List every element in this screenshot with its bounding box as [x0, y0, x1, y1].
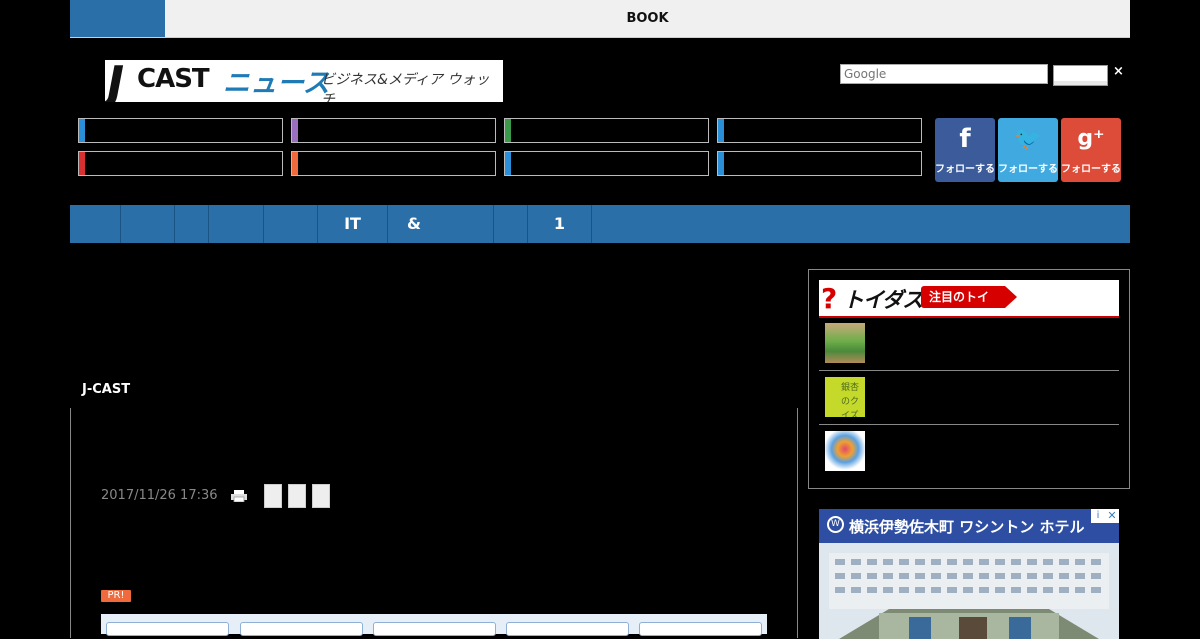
logo-news: ニュース: [223, 68, 330, 99]
toidas-banner[interactable]: ? トイダス 注目のトイ: [819, 280, 1119, 318]
category-box[interactable]: [291, 151, 496, 176]
hotel-ad[interactable]: W 横浜伊勢佐木町 ワシントン ホテル i ✕: [819, 509, 1119, 639]
logo-cast: CAST: [137, 64, 210, 94]
share-button[interactable]: [288, 484, 306, 508]
hotel-building-image: [819, 543, 1119, 639]
thumbnail-caption: 銀杏のクイズ: [841, 383, 860, 417]
print-icon[interactable]: [231, 490, 247, 502]
close-icon[interactable]: ×: [1113, 64, 1124, 79]
category-box[interactable]: [78, 151, 283, 176]
share-button[interactable]: [312, 484, 330, 508]
category-stripe: [79, 119, 85, 142]
nav-item-1[interactable]: 1: [528, 205, 592, 243]
category-box[interactable]: [504, 151, 709, 176]
top-bar: BOOK: [70, 0, 1130, 38]
ad-choices-icon[interactable]: i: [1091, 509, 1105, 523]
twitter-icon: 🐦: [1014, 127, 1042, 152]
logo-tagline: ビジネス&メディア ウォッチ: [321, 72, 490, 102]
hotel-logo-icon: W: [827, 516, 844, 533]
nav-item[interactable]: [494, 205, 528, 243]
follow-label: フォローする: [998, 164, 1058, 175]
ad-header: W 横浜伊勢佐木町 ワシントン ホテル: [819, 509, 1119, 543]
logo-j: J: [107, 60, 125, 102]
article-container: [70, 408, 798, 638]
category-stripe: [505, 152, 511, 175]
section-label: J-CAST: [82, 382, 131, 397]
related-link[interactable]: [240, 622, 363, 636]
toidas-item[interactable]: [819, 317, 1119, 371]
twitter-follow-button[interactable]: 🐦 フォローする: [998, 118, 1058, 182]
main-nav: IT & 1: [70, 205, 1130, 243]
toidas-tag: 注目のトイ: [921, 286, 1005, 308]
category-stripe: [292, 119, 298, 142]
topbar-home-tab[interactable]: [70, 0, 165, 37]
nav-item[interactable]: [70, 205, 121, 243]
related-link[interactable]: [639, 622, 762, 636]
category-stripe: [505, 119, 511, 142]
googleplus-icon: g⁺: [1077, 126, 1105, 151]
facebook-follow-button[interactable]: f フォローする: [935, 118, 995, 182]
category-stripe: [292, 152, 298, 175]
googleplus-follow-button[interactable]: g⁺ フォローする: [1061, 118, 1121, 182]
topbar-book-link[interactable]: BOOK: [165, 0, 1130, 37]
related-link[interactable]: [106, 622, 229, 636]
thumbnail-image: [825, 323, 865, 363]
related-link[interactable]: [506, 622, 629, 636]
category-stripe: [79, 152, 85, 175]
article-date: 2017/11/26 17:36: [101, 488, 218, 503]
pr-badge: PR!: [101, 590, 131, 602]
category-box[interactable]: [291, 118, 496, 143]
arrow-icon: [1005, 286, 1017, 308]
share-button[interactable]: [264, 484, 282, 508]
nav-item[interactable]: [209, 205, 264, 243]
nav-item-it[interactable]: IT: [318, 205, 388, 243]
category-box[interactable]: [78, 118, 283, 143]
category-stripe: [718, 119, 724, 142]
toidas-item[interactable]: 銀杏のクイズ: [819, 371, 1119, 425]
search-button[interactable]: [1053, 65, 1108, 86]
follow-label: フォローする: [935, 164, 995, 175]
ad-title: 横浜伊勢佐木町 ワシントン ホテル: [849, 518, 1085, 536]
category-stripe: [718, 152, 724, 175]
site-logo[interactable]: J CAST ニュース ビジネス&メディア ウォッチ: [105, 60, 503, 102]
toidas-item[interactable]: [819, 425, 1119, 479]
toidas-logo: トイダス: [843, 288, 923, 312]
search-input[interactable]: [840, 64, 1048, 84]
category-box[interactable]: [717, 151, 922, 176]
question-mark-icon: ?: [821, 282, 838, 315]
related-links-strip: [101, 614, 767, 636]
thumbnail-image: [825, 431, 865, 471]
nav-item[interactable]: [264, 205, 318, 243]
nav-item[interactable]: [121, 205, 175, 243]
nav-item-and[interactable]: &: [388, 205, 494, 243]
related-link[interactable]: [373, 622, 496, 636]
category-box[interactable]: [717, 118, 922, 143]
close-icon[interactable]: ✕: [1105, 509, 1119, 523]
thumbnail-image: 銀杏のクイズ: [825, 377, 865, 417]
category-box[interactable]: [504, 118, 709, 143]
nav-item[interactable]: [175, 205, 209, 243]
follow-label: フォローする: [1061, 164, 1121, 175]
facebook-icon: f: [959, 124, 971, 154]
